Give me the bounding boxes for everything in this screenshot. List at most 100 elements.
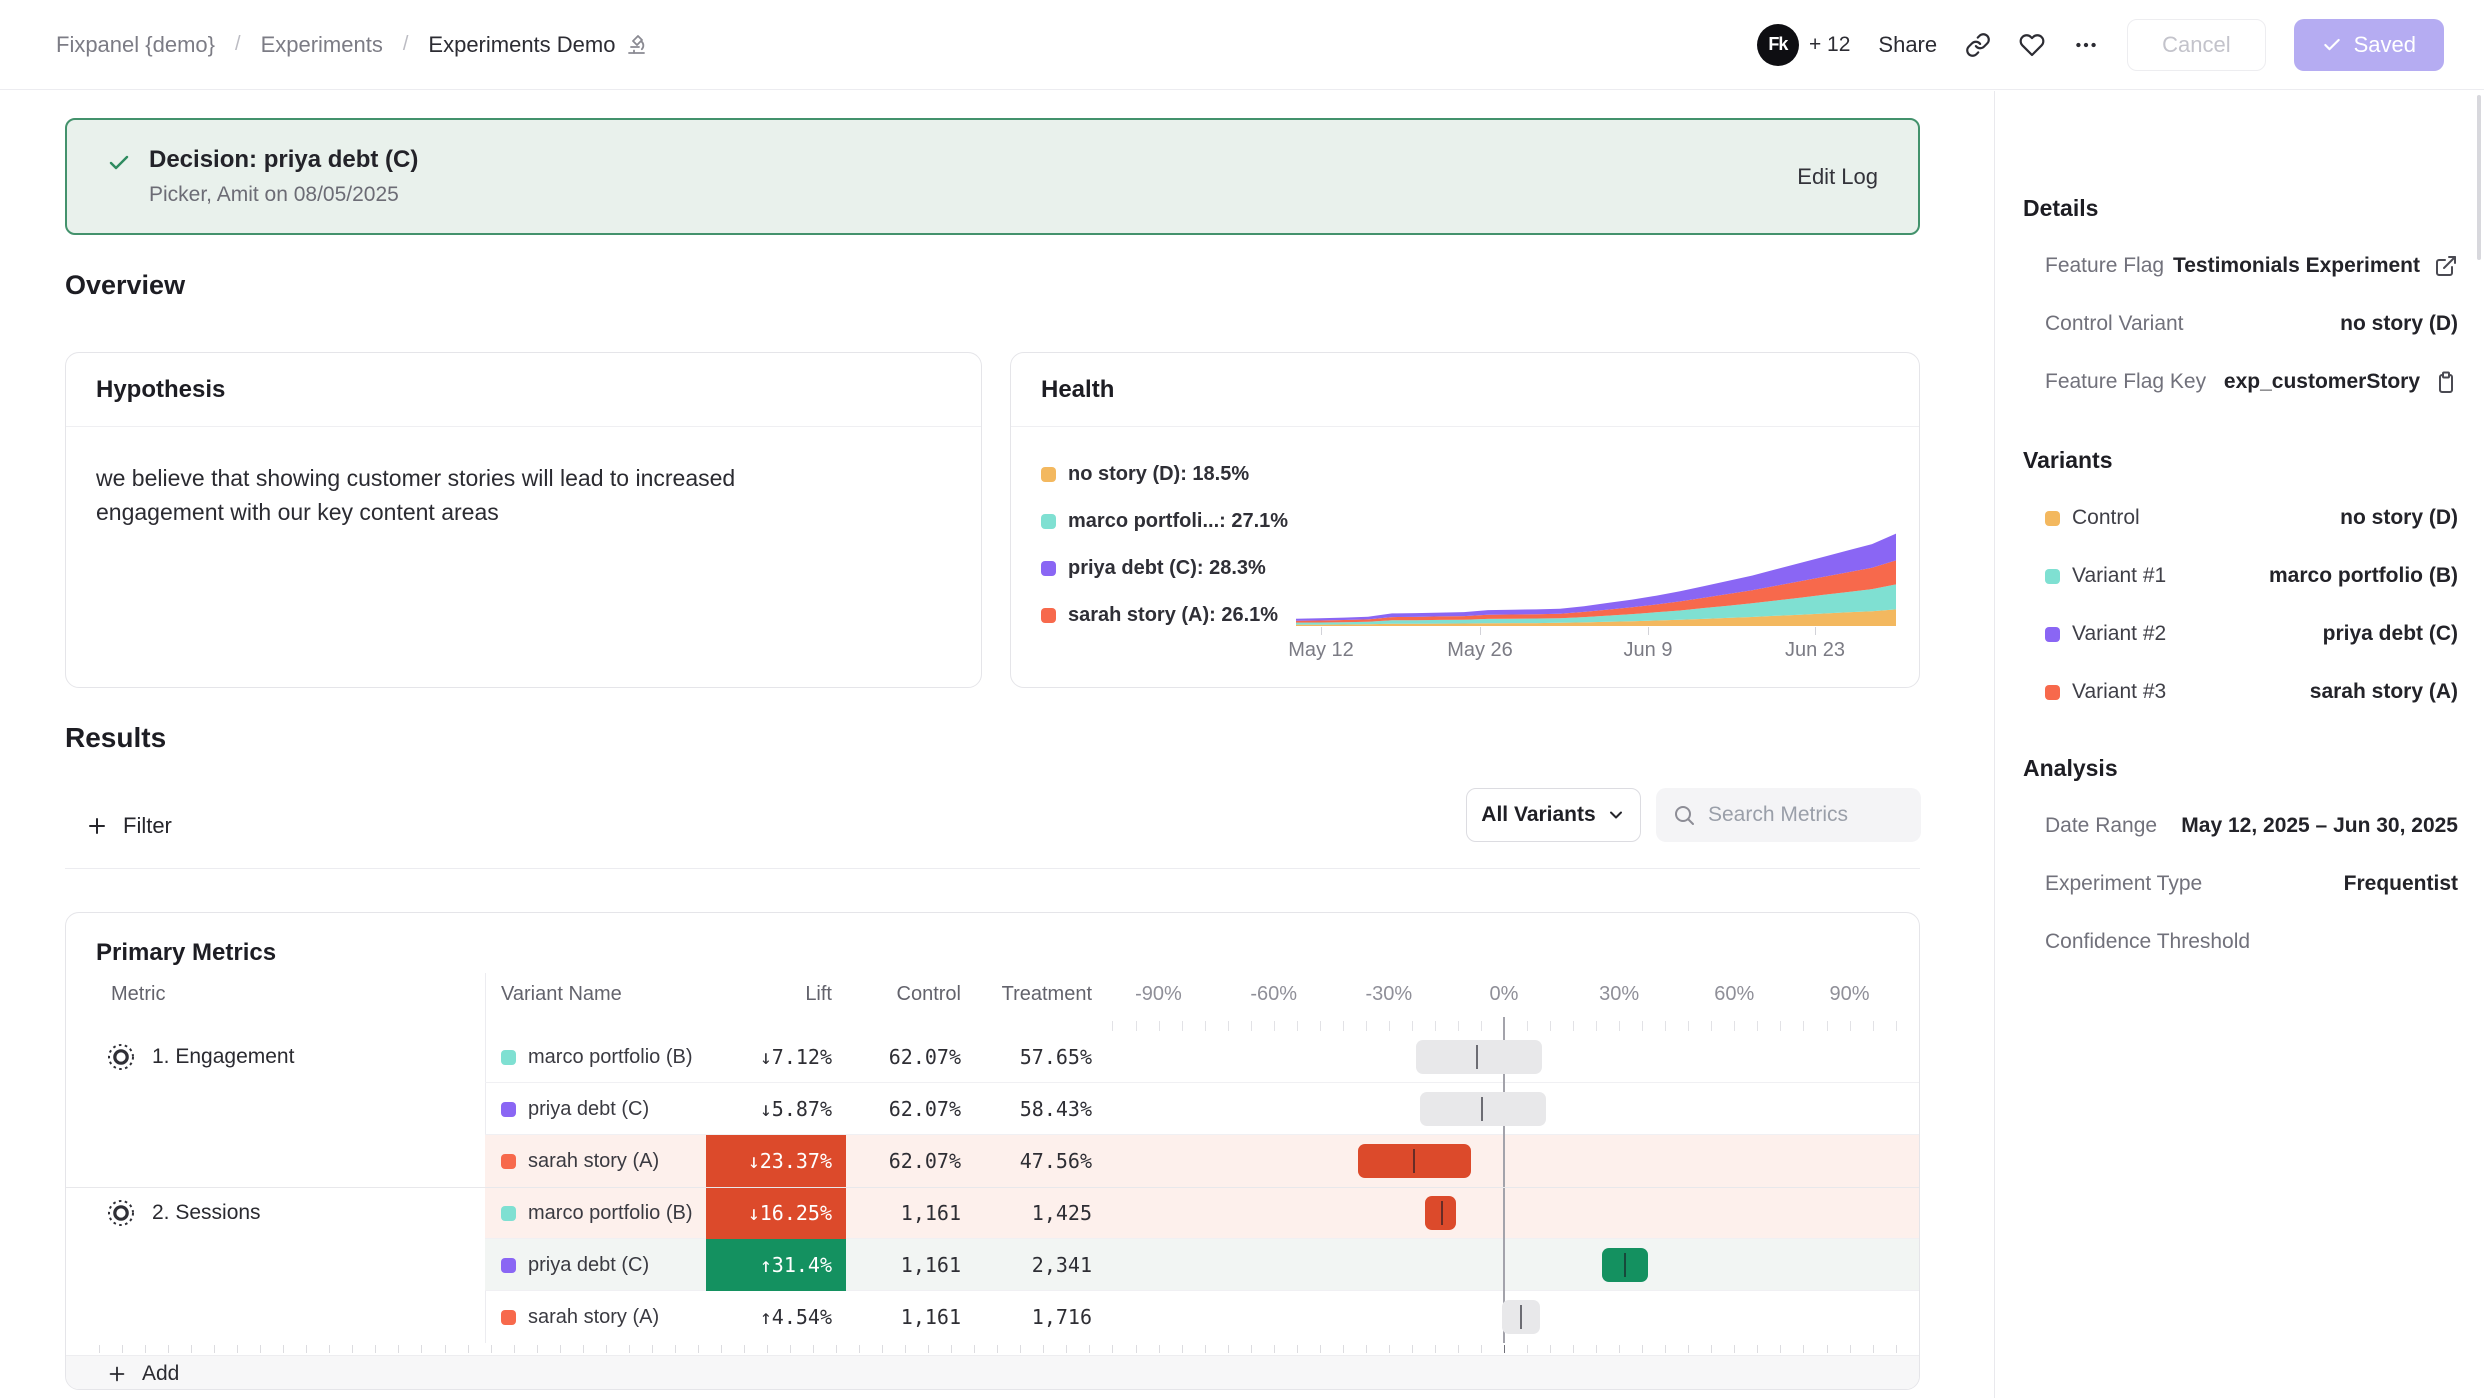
ruler-tick xyxy=(1297,1021,1298,1031)
metric-name-cell[interactable]: 2. Sessions xyxy=(106,1187,261,1239)
ruler-tick xyxy=(1343,1345,1344,1353)
hypothesis-title: Hypothesis xyxy=(66,353,981,427)
external-link-icon[interactable] xyxy=(2434,254,2458,278)
ruler-tick xyxy=(675,1345,676,1353)
axis-ticks-bottom xyxy=(66,1343,1920,1355)
variant-cell: priya debt (C) xyxy=(501,1239,649,1291)
experiment-type-value: Frequentist xyxy=(2344,872,2458,896)
edit-log-button[interactable]: Edit Log xyxy=(1797,164,1878,190)
col-header-variant-name: Variant Name xyxy=(501,983,622,1006)
ruler-tick xyxy=(1366,1345,1367,1353)
details-sidebar: Details Feature Flag Testimonials Experi… xyxy=(1994,91,2484,1398)
favorite-heart-icon[interactable] xyxy=(2019,32,2045,58)
variants-dropdown[interactable]: All Variants xyxy=(1466,788,1641,842)
x-axis-tick xyxy=(1815,627,1816,635)
variant-swatch xyxy=(2045,511,2060,526)
metric-table-row[interactable]: priya debt (C)↓5.87%62.07%58.43% xyxy=(66,1083,1920,1135)
ruler-tick xyxy=(836,1345,837,1353)
ruler-tick xyxy=(1412,1021,1413,1031)
variant-swatch xyxy=(501,1154,516,1169)
feature-flag-value[interactable]: Testimonials Experiment xyxy=(2173,254,2420,278)
variant-swatch xyxy=(501,1258,516,1273)
ruler-tick xyxy=(1873,1021,1874,1031)
breadcrumb-experiments[interactable]: Experiments xyxy=(261,32,383,58)
control-cell: 1,161 xyxy=(846,1239,961,1291)
microscope-icon xyxy=(625,33,649,57)
variant-row-label: Variant #3 xyxy=(2045,680,2166,704)
variant-row-label: Control xyxy=(2045,506,2140,530)
topbar: Fixpanel {demo} / Experiments / Experime… xyxy=(0,0,2484,90)
metric-name-cell[interactable]: 1. Engagement xyxy=(106,1031,294,1083)
x-axis-tick xyxy=(1480,627,1481,635)
legend-swatch xyxy=(1041,514,1056,529)
cancel-button[interactable]: Cancel xyxy=(2127,19,2265,71)
clipboard-copy-icon[interactable] xyxy=(2434,370,2458,394)
ruler-tick xyxy=(1343,1021,1344,1031)
ruler-tick xyxy=(1642,1021,1643,1031)
control-cell: 62.07% xyxy=(846,1031,961,1083)
variant-swatch xyxy=(501,1310,516,1325)
metric-table-row[interactable]: sarah story (A) ↓23.37%62.07%47.56% xyxy=(66,1135,1920,1187)
details-heading: Details xyxy=(2023,195,2098,222)
ruler-tick xyxy=(191,1345,192,1353)
interval-median-line xyxy=(1624,1253,1626,1277)
scrollbar[interactable] xyxy=(2477,95,2481,260)
variant-cell: sarah story (A) xyxy=(501,1135,659,1187)
analysis-row-experiment-type: Experiment Type Frequentist xyxy=(2045,855,2458,913)
metric-table-row[interactable]: sarah story (A)↑4.54%1,1611,716 xyxy=(66,1291,1920,1343)
search-icon xyxy=(1672,803,1696,827)
metric-table-row[interactable]: 2. Sessionsmarco portfolio (B)↓16.25%1,1… xyxy=(66,1187,1920,1239)
interval-median-line xyxy=(1441,1201,1443,1225)
lift-cell: ↓23.37% xyxy=(706,1135,846,1187)
more-options-icon[interactable] xyxy=(2073,32,2099,58)
copy-link-icon[interactable] xyxy=(1965,32,1991,58)
variant-cell: marco portfolio (B) xyxy=(501,1187,693,1239)
axis-tick-label: 60% xyxy=(1689,983,1779,1006)
ruler-tick xyxy=(1550,1345,1551,1353)
ruler-tick xyxy=(1366,1021,1367,1031)
ruler-tick xyxy=(560,1345,561,1353)
axis-tick-label: 0% xyxy=(1459,983,1549,1006)
variant-name: marco portfolio (B) xyxy=(528,1202,693,1225)
ruler-tick xyxy=(1873,1345,1874,1353)
ruler-tick xyxy=(1458,1021,1459,1031)
ruler-tick xyxy=(1435,1345,1436,1353)
axis-tick-label: 30% xyxy=(1574,983,1664,1006)
detail-row-control-variant: Control Variant no story (D) xyxy=(2045,295,2458,353)
avatar[interactable]: Fk xyxy=(1757,24,1799,66)
ruler-tick xyxy=(491,1345,492,1353)
collaborator-count[interactable]: + 12 xyxy=(1809,33,1850,57)
metric-name: 2. Sessions xyxy=(152,1201,261,1225)
ruler-tick xyxy=(1896,1021,1897,1031)
share-button[interactable]: Share xyxy=(1878,32,1937,58)
ruler-tick xyxy=(1688,1345,1689,1353)
table-header: MetricVariant NameLiftControlTreatment-9… xyxy=(66,983,1920,1009)
variant-row: Variant #3sarah story (A) xyxy=(2045,663,2458,721)
ruler-tick xyxy=(698,1345,699,1353)
ruler-tick xyxy=(1066,1345,1067,1353)
ruler-tick xyxy=(1550,1021,1551,1031)
ruler-tick xyxy=(1827,1345,1828,1353)
variant-slot-label: Variant #3 xyxy=(2072,680,2166,704)
ruler-tick xyxy=(1412,1345,1413,1353)
ruler-tick xyxy=(445,1345,446,1353)
variant-swatch xyxy=(501,1102,516,1117)
saved-button[interactable]: Saved xyxy=(2294,19,2444,71)
ruler-tick xyxy=(283,1345,284,1353)
ruler-tick xyxy=(1780,1345,1781,1353)
metric-table-row[interactable]: priya debt (C)↑31.4%1,1612,341 xyxy=(66,1239,1920,1291)
hypothesis-card: Hypothesis we believe that showing custo… xyxy=(65,352,982,688)
add-metric-button[interactable]: Add xyxy=(66,1355,1920,1390)
ruler-tick xyxy=(1020,1345,1021,1353)
analysis-label: Experiment Type xyxy=(2045,872,2202,896)
metric-table-row[interactable]: 1. Engagementmarco portfolio (B)↓7.12%62… xyxy=(66,1031,1920,1083)
search-metrics-input[interactable] xyxy=(1708,803,1905,827)
confidence-interval-bar xyxy=(1416,1040,1543,1074)
control-cell: 1,161 xyxy=(846,1187,961,1239)
variant-value: priya debt (C) xyxy=(2323,622,2458,646)
treatment-cell: 47.56% xyxy=(961,1135,1092,1187)
health-card: Health no story (D): 18.5%marco portfoli… xyxy=(1010,352,1920,688)
add-filter-button[interactable]: Filter xyxy=(85,800,172,852)
breadcrumb-project[interactable]: Fixpanel {demo} xyxy=(56,32,215,58)
control-cell: 62.07% xyxy=(846,1135,961,1187)
